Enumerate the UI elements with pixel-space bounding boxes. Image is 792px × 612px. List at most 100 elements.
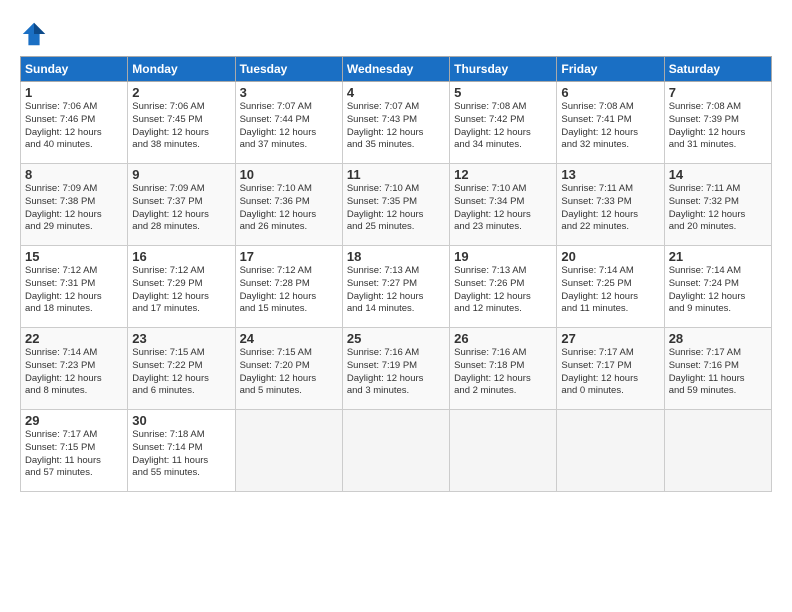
day-info: Sunrise: 7:14 AMSunset: 7:24 PMDaylight:… — [669, 265, 767, 316]
calendar-day-cell: 15Sunrise: 7:12 AMSunset: 7:31 PMDayligh… — [21, 246, 128, 328]
day-info: Sunrise: 7:17 AMSunset: 7:15 PMDaylight:… — [25, 429, 123, 480]
day-info: Sunrise: 7:11 AMSunset: 7:33 PMDaylight:… — [561, 183, 659, 234]
calendar-day-cell: 29Sunrise: 7:17 AMSunset: 7:15 PMDayligh… — [21, 410, 128, 492]
day-info: Sunrise: 7:17 AMSunset: 7:17 PMDaylight:… — [561, 347, 659, 398]
calendar-day-cell — [235, 410, 342, 492]
day-number: 10 — [240, 167, 338, 182]
calendar-day-cell: 7Sunrise: 7:08 AMSunset: 7:39 PMDaylight… — [664, 82, 771, 164]
day-number: 6 — [561, 85, 659, 100]
day-number: 13 — [561, 167, 659, 182]
day-info: Sunrise: 7:13 AMSunset: 7:27 PMDaylight:… — [347, 265, 445, 316]
day-number: 1 — [25, 85, 123, 100]
day-number: 19 — [454, 249, 552, 264]
day-info: Sunrise: 7:10 AMSunset: 7:35 PMDaylight:… — [347, 183, 445, 234]
day-number: 26 — [454, 331, 552, 346]
day-info: Sunrise: 7:07 AMSunset: 7:44 PMDaylight:… — [240, 101, 338, 152]
day-info: Sunrise: 7:16 AMSunset: 7:19 PMDaylight:… — [347, 347, 445, 398]
day-number: 12 — [454, 167, 552, 182]
calendar-day-cell — [664, 410, 771, 492]
calendar-day-cell: 30Sunrise: 7:18 AMSunset: 7:14 PMDayligh… — [128, 410, 235, 492]
day-info: Sunrise: 7:11 AMSunset: 7:32 PMDaylight:… — [669, 183, 767, 234]
weekday-header: Tuesday — [235, 57, 342, 82]
page: SundayMondayTuesdayWednesdayThursdayFrid… — [0, 0, 792, 502]
day-info: Sunrise: 7:17 AMSunset: 7:16 PMDaylight:… — [669, 347, 767, 398]
calendar-day-cell: 22Sunrise: 7:14 AMSunset: 7:23 PMDayligh… — [21, 328, 128, 410]
day-number: 23 — [132, 331, 230, 346]
calendar-day-cell: 10Sunrise: 7:10 AMSunset: 7:36 PMDayligh… — [235, 164, 342, 246]
day-info: Sunrise: 7:06 AMSunset: 7:45 PMDaylight:… — [132, 101, 230, 152]
day-number: 22 — [25, 331, 123, 346]
calendar-week-row: 8Sunrise: 7:09 AMSunset: 7:38 PMDaylight… — [21, 164, 772, 246]
calendar-week-row: 1Sunrise: 7:06 AMSunset: 7:46 PMDaylight… — [21, 82, 772, 164]
day-number: 30 — [132, 413, 230, 428]
calendar-day-cell: 11Sunrise: 7:10 AMSunset: 7:35 PMDayligh… — [342, 164, 449, 246]
day-info: Sunrise: 7:18 AMSunset: 7:14 PMDaylight:… — [132, 429, 230, 480]
calendar-week-row: 15Sunrise: 7:12 AMSunset: 7:31 PMDayligh… — [21, 246, 772, 328]
weekday-header-row: SundayMondayTuesdayWednesdayThursdayFrid… — [21, 57, 772, 82]
calendar-day-cell — [450, 410, 557, 492]
day-number: 7 — [669, 85, 767, 100]
day-info: Sunrise: 7:06 AMSunset: 7:46 PMDaylight:… — [25, 101, 123, 152]
day-number: 2 — [132, 85, 230, 100]
day-number: 5 — [454, 85, 552, 100]
day-number: 20 — [561, 249, 659, 264]
day-info: Sunrise: 7:15 AMSunset: 7:20 PMDaylight:… — [240, 347, 338, 398]
calendar-day-cell: 9Sunrise: 7:09 AMSunset: 7:37 PMDaylight… — [128, 164, 235, 246]
calendar-day-cell: 8Sunrise: 7:09 AMSunset: 7:38 PMDaylight… — [21, 164, 128, 246]
day-number: 9 — [132, 167, 230, 182]
day-info: Sunrise: 7:08 AMSunset: 7:41 PMDaylight:… — [561, 101, 659, 152]
day-info: Sunrise: 7:15 AMSunset: 7:22 PMDaylight:… — [132, 347, 230, 398]
day-info: Sunrise: 7:07 AMSunset: 7:43 PMDaylight:… — [347, 101, 445, 152]
day-info: Sunrise: 7:14 AMSunset: 7:23 PMDaylight:… — [25, 347, 123, 398]
day-number: 3 — [240, 85, 338, 100]
day-number: 4 — [347, 85, 445, 100]
calendar-day-cell: 6Sunrise: 7:08 AMSunset: 7:41 PMDaylight… — [557, 82, 664, 164]
calendar-day-cell: 14Sunrise: 7:11 AMSunset: 7:32 PMDayligh… — [664, 164, 771, 246]
calendar-day-cell: 5Sunrise: 7:08 AMSunset: 7:42 PMDaylight… — [450, 82, 557, 164]
day-info: Sunrise: 7:09 AMSunset: 7:38 PMDaylight:… — [25, 183, 123, 234]
calendar-day-cell: 16Sunrise: 7:12 AMSunset: 7:29 PMDayligh… — [128, 246, 235, 328]
calendar-day-cell — [557, 410, 664, 492]
day-info: Sunrise: 7:14 AMSunset: 7:25 PMDaylight:… — [561, 265, 659, 316]
calendar-day-cell: 25Sunrise: 7:16 AMSunset: 7:19 PMDayligh… — [342, 328, 449, 410]
calendar-day-cell: 23Sunrise: 7:15 AMSunset: 7:22 PMDayligh… — [128, 328, 235, 410]
calendar-day-cell: 18Sunrise: 7:13 AMSunset: 7:27 PMDayligh… — [342, 246, 449, 328]
day-number: 18 — [347, 249, 445, 264]
day-info: Sunrise: 7:09 AMSunset: 7:37 PMDaylight:… — [132, 183, 230, 234]
logo — [20, 20, 52, 48]
weekday-header: Sunday — [21, 57, 128, 82]
calendar-table: SundayMondayTuesdayWednesdayThursdayFrid… — [20, 56, 772, 492]
day-number: 29 — [25, 413, 123, 428]
header — [20, 16, 772, 48]
calendar-day-cell: 28Sunrise: 7:17 AMSunset: 7:16 PMDayligh… — [664, 328, 771, 410]
weekday-header: Monday — [128, 57, 235, 82]
calendar-day-cell: 26Sunrise: 7:16 AMSunset: 7:18 PMDayligh… — [450, 328, 557, 410]
calendar-day-cell: 27Sunrise: 7:17 AMSunset: 7:17 PMDayligh… — [557, 328, 664, 410]
day-info: Sunrise: 7:12 AMSunset: 7:28 PMDaylight:… — [240, 265, 338, 316]
day-info: Sunrise: 7:08 AMSunset: 7:39 PMDaylight:… — [669, 101, 767, 152]
day-number: 27 — [561, 331, 659, 346]
logo-icon — [20, 20, 48, 48]
weekday-header: Wednesday — [342, 57, 449, 82]
calendar-week-row: 22Sunrise: 7:14 AMSunset: 7:23 PMDayligh… — [21, 328, 772, 410]
day-number: 21 — [669, 249, 767, 264]
calendar-day-cell: 3Sunrise: 7:07 AMSunset: 7:44 PMDaylight… — [235, 82, 342, 164]
day-number: 17 — [240, 249, 338, 264]
day-info: Sunrise: 7:12 AMSunset: 7:31 PMDaylight:… — [25, 265, 123, 316]
day-number: 11 — [347, 167, 445, 182]
day-number: 25 — [347, 331, 445, 346]
calendar-day-cell: 4Sunrise: 7:07 AMSunset: 7:43 PMDaylight… — [342, 82, 449, 164]
calendar-day-cell: 19Sunrise: 7:13 AMSunset: 7:26 PMDayligh… — [450, 246, 557, 328]
day-number: 28 — [669, 331, 767, 346]
calendar-day-cell: 21Sunrise: 7:14 AMSunset: 7:24 PMDayligh… — [664, 246, 771, 328]
day-info: Sunrise: 7:10 AMSunset: 7:34 PMDaylight:… — [454, 183, 552, 234]
day-info: Sunrise: 7:10 AMSunset: 7:36 PMDaylight:… — [240, 183, 338, 234]
weekday-header: Thursday — [450, 57, 557, 82]
day-number: 14 — [669, 167, 767, 182]
calendar-day-cell: 12Sunrise: 7:10 AMSunset: 7:34 PMDayligh… — [450, 164, 557, 246]
day-info: Sunrise: 7:13 AMSunset: 7:26 PMDaylight:… — [454, 265, 552, 316]
calendar-day-cell: 1Sunrise: 7:06 AMSunset: 7:46 PMDaylight… — [21, 82, 128, 164]
day-info: Sunrise: 7:12 AMSunset: 7:29 PMDaylight:… — [132, 265, 230, 316]
calendar-week-row: 29Sunrise: 7:17 AMSunset: 7:15 PMDayligh… — [21, 410, 772, 492]
weekday-header: Friday — [557, 57, 664, 82]
